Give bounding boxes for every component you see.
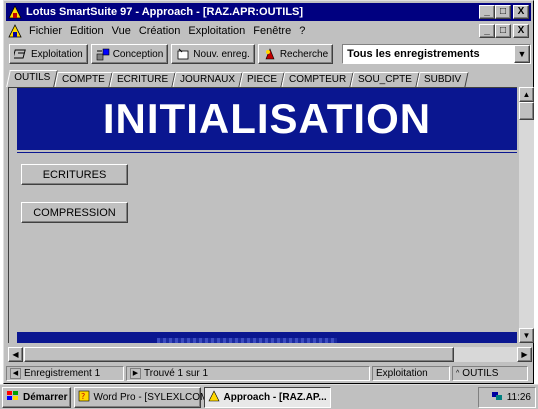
conception-button[interactable]: Conception (90, 44, 169, 64)
search-button[interactable]: Recherche (257, 44, 334, 64)
menu-bar: Fichier Edition Vue Création Exploitatio… (6, 22, 531, 40)
search-icon (263, 47, 277, 61)
taskbar-approach-label: Approach - [RAZ.AP... (223, 391, 327, 403)
tab-ecriture[interactable]: ECRITURE (109, 72, 176, 87)
horizontal-scrollbar[interactable]: ◀ ▶ (8, 347, 532, 362)
chevron-down-icon[interactable]: ▼ (514, 45, 530, 63)
title-bar[interactable]: Lotus SmartSuite 97 - Approach - [RAZ.AP… (6, 3, 531, 21)
close-button[interactable]: X (513, 5, 529, 19)
new-record-label: Nouv. enreg. (193, 48, 250, 60)
recordset-value: Tous les enregistrements (347, 48, 480, 60)
conception-label: Conception (112, 48, 164, 60)
doc-minimize-button[interactable]: _ (479, 24, 495, 38)
exploitation-button[interactable]: Exploitation (9, 44, 88, 64)
svg-text:?: ? (81, 392, 85, 401)
scroll-left-button[interactable]: ◀ (8, 347, 23, 362)
taskbar-wordpro-label: Word Pro - [SYLEXLCOM... (93, 391, 217, 403)
page-title: INITIALISATION (17, 88, 517, 150)
exploitation-label: Exploitation (31, 48, 83, 60)
record-status-text: Enregistrement 1 (24, 367, 101, 379)
new-record-icon (176, 47, 190, 61)
tab-compteur[interactable]: COMPTEUR (281, 72, 354, 87)
document-menu-icon[interactable] (8, 24, 22, 38)
approach-app-icon[interactable] (8, 5, 22, 19)
wordpro-icon: ? (78, 390, 90, 405)
menu-fichier[interactable]: Fichier (25, 25, 66, 37)
doc-close-button[interactable]: X (513, 24, 529, 38)
found-status-text: Trouvé 1 sur 1 (144, 367, 209, 379)
toolbar: Exploitation Conception Nouv. enreg. Rec… (6, 42, 531, 66)
menu-edition[interactable]: Edition (66, 25, 108, 37)
vertical-scroll-thumb[interactable] (519, 102, 534, 120)
footer-banner (17, 332, 517, 343)
windows-logo-icon (6, 390, 20, 405)
record-status[interactable]: ◀ Enregistrement 1 (6, 365, 124, 381)
menu-fenetre[interactable]: Fenêtre (249, 25, 295, 37)
found-nav-icon[interactable]: ▶ (130, 367, 141, 379)
minimize-button[interactable]: _ (479, 5, 495, 19)
menu-creation[interactable]: Création (135, 25, 185, 37)
start-label: Démarrer (23, 391, 68, 403)
application-window: Lotus SmartSuite 97 - Approach - [RAZ.AP… (3, 0, 534, 384)
search-label: Recherche (279, 48, 329, 60)
taskbar-wordpro[interactable]: ? Word Pro - [SYLEXLCOM... (74, 386, 217, 408)
tab-subdiv[interactable]: SUBDIV (416, 72, 470, 87)
menu-help[interactable]: ? (295, 25, 309, 37)
system-tray: 11:26 (478, 387, 536, 408)
scroll-down-button[interactable]: ▼ (519, 328, 534, 343)
scroll-right-button[interactable]: ▶ (517, 347, 532, 362)
tab-outils[interactable]: OUTILS (6, 70, 58, 87)
mode-status[interactable]: Exploitation (372, 365, 450, 381)
tray-network-icon[interactable] (491, 391, 503, 404)
window-title: Lotus SmartSuite 97 - Approach - [RAZ.AP… (26, 6, 304, 18)
footer-banner-stripe (157, 338, 337, 343)
doc-restore-button[interactable]: □ (495, 24, 511, 38)
status-bar: ◀ Enregistrement 1 ▶ Trouvé 1 sur 1 Expl… (6, 365, 531, 381)
clock[interactable]: 11:26 (507, 392, 531, 403)
tab-piece[interactable]: PIECE (239, 72, 285, 87)
scroll-up-button[interactable]: ▲ (519, 87, 534, 102)
new-record-button[interactable]: Nouv. enreg. (171, 44, 255, 64)
maximize-button[interactable]: □ (495, 5, 511, 19)
banner-underline (17, 152, 517, 153)
tab-compte[interactable]: COMPTE (54, 72, 113, 87)
taskbar-approach[interactable]: Approach - [RAZ.AP... (204, 386, 332, 408)
vertical-scrollbar[interactable]: ▲ ▼ (519, 87, 534, 343)
tab-journaux[interactable]: JOURNAUX (172, 72, 243, 87)
ecritures-button[interactable]: ECRITURES (21, 164, 128, 185)
tab-sou-cpte[interactable]: SOU_CPTE (350, 72, 420, 87)
recordset-dropdown[interactable]: Tous les enregistrements ▼ (342, 44, 531, 64)
approach-icon (208, 389, 220, 405)
menu-vue[interactable]: Vue (108, 25, 135, 37)
design-icon (96, 47, 110, 61)
record-nav-icon[interactable]: ◀ (10, 367, 21, 379)
taskbar: Démarrer ? Word Pro - [SYLEXLCOM... Appr… (0, 384, 538, 409)
browse-icon (12, 47, 28, 61)
compression-button[interactable]: COMPRESSION (21, 202, 128, 223)
found-status[interactable]: ▶ Trouvé 1 sur 1 (126, 365, 370, 381)
view-tabs: OUTILS COMPTE ECRITURE JOURNAUX PIECE CO… (6, 69, 529, 87)
menu-exploitation[interactable]: Exploitation (184, 25, 249, 37)
start-button[interactable]: Démarrer (2, 386, 72, 408)
caret-up-icon: ^ (456, 369, 460, 377)
view-status-text: OUTILS (462, 367, 499, 379)
mode-status-text: Exploitation (376, 367, 428, 379)
view-status[interactable]: ^ OUTILS (452, 365, 528, 381)
horizontal-scroll-thumb[interactable] (24, 347, 454, 362)
form-canvas: INITIALISATION ECRITURES COMPRESSION (8, 87, 517, 343)
